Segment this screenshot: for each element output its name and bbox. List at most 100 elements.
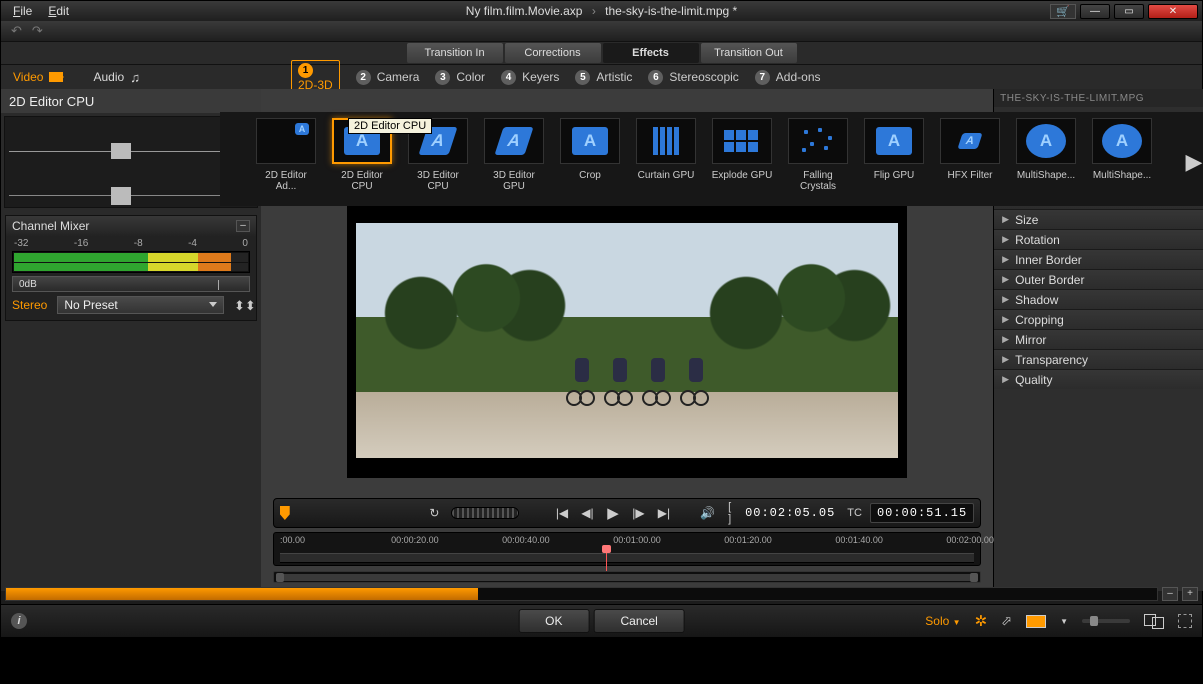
fx-scroll-left[interactable]	[224, 132, 242, 192]
category-add-ons[interactable]: 7Add-ons	[755, 70, 821, 85]
single-monitor-icon[interactable]	[1026, 615, 1046, 628]
title-sep: ›	[592, 4, 596, 18]
minimize-button[interactable]: —	[1080, 4, 1110, 19]
music-note-icon: ♫	[130, 70, 140, 85]
progress-minus[interactable]: –	[1162, 587, 1178, 601]
property-quality[interactable]: ▶Quality	[994, 369, 1203, 389]
redo-icon[interactable]: ↷	[32, 23, 43, 39]
gear-icon[interactable]: ✲	[975, 612, 988, 630]
waveform-lower	[9, 195, 253, 196]
timeline-tick: 00:02:00.00	[946, 535, 994, 545]
progress-track[interactable]	[5, 587, 1158, 601]
effect-explode-gpu[interactable]: Explode GPU	[710, 118, 774, 181]
property-inner-border[interactable]: ▶ Inner Border	[994, 249, 1203, 269]
export-window-icon[interactable]: ⬀	[1001, 613, 1012, 629]
effect-multishape-[interactable]: AMultiShape...	[1090, 118, 1154, 181]
channel-mixer-title: Channel Mixer	[12, 219, 89, 233]
titlebar: File Edit Ny film.film.Movie.axp › the-s…	[1, 1, 1202, 21]
cancel-button[interactable]: Cancel	[593, 609, 684, 633]
maximize-button[interactable]: ▭	[1114, 4, 1144, 19]
category-artistic[interactable]: 5Artistic	[575, 70, 632, 85]
volume-button[interactable]: 🔊	[699, 504, 716, 522]
fx-scroll-right[interactable]: ▶	[1185, 132, 1203, 192]
category-camera[interactable]: 2Camera	[356, 70, 420, 85]
step-fwd-button[interactable]: |▶	[630, 504, 647, 522]
scrollbar-handle-right[interactable]	[970, 573, 978, 582]
effect-multishape-[interactable]: AMultiShape...	[1014, 118, 1078, 181]
scene-trees-left	[356, 223, 573, 373]
effect-crop[interactable]: ACrop	[558, 118, 622, 181]
property-cropping[interactable]: ▶Cropping	[994, 309, 1203, 329]
property-label: Inner Border	[1015, 253, 1082, 267]
camcorder-icon	[49, 72, 63, 82]
ok-button[interactable]: OK	[518, 609, 589, 633]
timecode-duration[interactable]: 00:00:51.15	[870, 503, 974, 523]
go-start-button[interactable]: |◀	[553, 504, 570, 522]
waveform-peak-lower	[111, 187, 131, 205]
scrollbar-handle-left[interactable]	[276, 573, 284, 582]
effect-falling-crystals[interactable]: Falling Crystals	[786, 118, 850, 192]
timeline-tick: 00:00:40.00	[502, 535, 550, 545]
timeline[interactable]: :00.0000:00:20.0000:00:40.0000:01:00.000…	[273, 532, 981, 566]
channel-mixer-collapse[interactable]: –	[236, 220, 250, 232]
in-out-bracket[interactable]: [ ]	[728, 501, 737, 525]
step-back-button[interactable]: ◀|	[579, 504, 596, 522]
solo-label: Solo	[925, 614, 949, 628]
scene-trees-right	[681, 223, 898, 373]
timeline-scrollbar[interactable]	[273, 571, 981, 583]
cart-button[interactable]: 🛒	[1050, 4, 1076, 19]
timeline-ticks: :00.0000:00:20.0000:00:40.0000:01:00.000…	[280, 535, 974, 549]
undo-redo-row: ↶ ↷	[1, 21, 1202, 41]
loop-button[interactable]: ↻	[426, 504, 443, 522]
category-color[interactable]: 3Color	[435, 70, 485, 85]
marker-icon[interactable]	[280, 506, 290, 520]
preview-frame[interactable]	[347, 183, 907, 498]
scrollbar-thumb[interactable]	[277, 574, 977, 581]
property-size[interactable]: ▶Size	[994, 209, 1203, 229]
fullscreen-icon[interactable]	[1178, 614, 1192, 628]
timecode-position[interactable]: 00:02:05.05	[745, 506, 835, 520]
dual-monitor-icon[interactable]	[1144, 614, 1164, 629]
property-transparency[interactable]: ▶Transparency	[994, 349, 1203, 369]
audio-tab[interactable]: Audio ♫	[93, 70, 139, 85]
effect-3d-editor-gpu[interactable]: A3D Editor GPU	[482, 118, 546, 192]
timeline-tick: 00:01:00.00	[613, 535, 661, 545]
property-label: Shadow	[1015, 293, 1058, 307]
effect-hfx-filter[interactable]: AHFX Filter	[938, 118, 1002, 181]
solo-toggle[interactable]: Solo ▼	[925, 614, 960, 628]
jog-wheel[interactable]	[451, 507, 519, 519]
right-panel-header: THE-SKY-IS-THE-LIMIT.MPG	[994, 89, 1203, 107]
go-end-button[interactable]: ▶|	[655, 504, 672, 522]
undo-icon[interactable]: ↶	[11, 23, 22, 39]
effect-curtain-gpu[interactable]: Curtain GPU	[634, 118, 698, 181]
timeline-track[interactable]	[280, 553, 974, 563]
transport-bar: ↻ |◀ ◀| ▶ |▶ ▶| 🔊 [ ] 00:02:05.05 TC 00:…	[273, 498, 981, 528]
category-keyers[interactable]: 4Keyers	[501, 70, 559, 85]
db-readout[interactable]: 0dB	[12, 276, 250, 292]
effects-thumbnail-strip: A2D Editor Ad...A2D Editor CPU2D Editor …	[220, 112, 1203, 206]
category-stereoscopic[interactable]: 6Stereoscopic	[648, 70, 738, 85]
titlebar-title: Ny film.film.Movie.axp › the-sky-is-the-…	[0, 4, 1203, 18]
effect-flip-gpu[interactable]: AFlip GPU	[862, 118, 926, 181]
chevron-right-icon: ▶	[1002, 374, 1009, 385]
opacity-slider[interactable]	[1082, 619, 1130, 623]
property-label: Cropping	[1015, 313, 1064, 327]
progress-plus[interactable]: +	[1182, 587, 1198, 601]
property-outer-border[interactable]: ▶Outer Border	[994, 269, 1203, 289]
info-icon[interactable]: i	[11, 613, 27, 629]
chevron-right-icon: ▶	[1002, 254, 1009, 265]
effect-2d-editor-ad-[interactable]: A2D Editor Ad...	[254, 118, 318, 192]
equalizer-icon[interactable]: ⬍⬍	[234, 298, 250, 312]
effect-2d-editor-cpu[interactable]: A2D Editor CPU2D Editor CPU	[330, 118, 394, 192]
menu-edit[interactable]: Edit	[40, 2, 77, 20]
close-button[interactable]: ✕	[1148, 4, 1198, 19]
property-mirror[interactable]: ▶Mirror	[994, 329, 1203, 349]
preset-select[interactable]: No Preset	[57, 296, 224, 314]
property-list: ▶Position▶Size▶Rotation▶Inner Border▶Out…	[994, 189, 1203, 389]
property-rotation[interactable]: ▶Rotation	[994, 229, 1203, 249]
property-shadow[interactable]: ▶Shadow	[994, 289, 1203, 309]
cancel-label: Cancel	[620, 614, 657, 628]
menu-file[interactable]: File	[5, 2, 40, 20]
video-tab[interactable]: Video	[13, 70, 63, 84]
play-button[interactable]: ▶	[604, 504, 621, 522]
